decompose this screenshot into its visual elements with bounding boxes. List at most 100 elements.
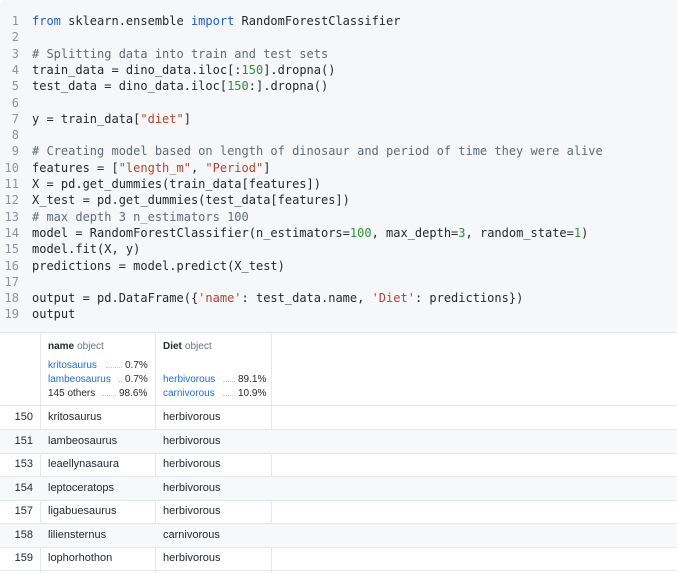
code-cell[interactable]: 1 from sklearn.ensemble import RandomFore… <box>0 0 677 333</box>
code-line: 18 output = pd.DataFrame({'name': test_da… <box>0 290 677 306</box>
dotted-leader <box>223 395 235 396</box>
code-token: ] <box>183 111 191 126</box>
code-token: 100 <box>349 225 372 240</box>
value-count-stat: 145 others 98.6% <box>48 387 148 401</box>
stat-label: herbivorous <box>163 374 216 385</box>
code-token: :].dropna() <box>248 79 329 94</box>
code-token: model = RandomForestClassifier(n_estimat… <box>32 225 350 240</box>
value-count-stat[interactable]: carnivorous 10.9% <box>163 387 267 401</box>
cell-name: lambeosaurus <box>48 434 118 447</box>
column-header-diet[interactable]: Diet object <box>163 341 212 352</box>
line-number: 8 <box>11 128 19 143</box>
value-count-stat[interactable]: herbivorous 89.1% <box>163 373 267 387</box>
code-token: 'name' <box>198 291 242 306</box>
code-line: 5 test_data = dino_data.iloc[150:].dropna… <box>0 78 677 94</box>
code-text: train_data = dino_data.iloc[:150].dropna… <box>32 62 335 78</box>
dotted-leader <box>118 381 122 382</box>
code-text: output = pd.DataFrame({'name': test_data… <box>32 290 523 306</box>
code-token: sklearn.ensemble <box>60 14 191 28</box>
code-text: model.fit(X, y) <box>32 241 140 257</box>
value-count-stat[interactable]: lambeosaurus 0.7% <box>48 373 148 387</box>
code-text: # max depth 3 n_estimators 100 <box>32 209 249 225</box>
line-number: 5 <box>11 79 19 94</box>
stat-percent: 98.6% <box>119 388 148 399</box>
cell-name: liliensternus <box>48 528 107 541</box>
code-line: 7 y = train_data["diet"] <box>0 111 677 127</box>
stat-percent: 0.7% <box>125 360 148 371</box>
dotted-leader <box>223 381 235 382</box>
code-text: # Splitting data into train and test set… <box>32 46 328 62</box>
line-number: 9 <box>11 144 19 159</box>
cell-name: ligabuesaurus <box>48 505 117 517</box>
value-count-stat[interactable]: kritosaurus 0.7% <box>48 359 148 373</box>
line-number: 1 <box>11 14 19 28</box>
row-index: 153 <box>14 458 33 470</box>
code-token: output <box>32 307 76 322</box>
line-number: 13 <box>4 209 19 224</box>
row-index: 154 <box>14 481 33 494</box>
column-header-name[interactable]: name object <box>48 341 104 352</box>
output-table: name object Diet object kritosaurus 0.7% l… <box>0 333 677 573</box>
line-number: 7 <box>11 111 19 126</box>
cell-diet: herbivorous <box>163 434 221 447</box>
code-token: , <box>190 160 206 175</box>
code-token: output = pd.DataFrame({ <box>32 291 199 306</box>
code-token: test_data = dino_data.iloc[ <box>32 79 228 94</box>
line-number: 18 <box>4 291 19 306</box>
code-token: X = pd.get_dummies(train_data[features]) <box>32 177 321 191</box>
cell-name: kritosaurus <box>48 411 102 423</box>
table-row[interactable]: 153 leaellynasaura herbivorous <box>0 453 677 476</box>
cell-diet: herbivorous <box>163 505 221 517</box>
code-line: 10 features = ["length_m", "Period"] <box>0 160 677 176</box>
line-number: 15 <box>4 242 19 257</box>
column-dtype: object <box>77 341 104 352</box>
code-line: 12 X_test = pd.get_dummies(test_data[feat… <box>0 192 677 208</box>
code-line: 17 <box>0 274 677 290</box>
line-number: 19 <box>4 307 19 322</box>
line-number: 16 <box>4 258 19 273</box>
code-token: 3 <box>458 225 466 240</box>
row-index: 157 <box>14 505 33 517</box>
code-line: 13 # max depth 3 n_estimators 100 <box>0 209 677 225</box>
code-token: ].dropna() <box>263 62 336 77</box>
row-index: 151 <box>14 434 33 447</box>
code-token: X_test = pd.get_dummies(test_data[featur… <box>32 193 350 208</box>
code-token: : test_data.name, <box>241 291 372 306</box>
table-row[interactable]: 151 lambeosaurus herbivorous <box>0 429 677 453</box>
row-index: 159 <box>14 552 33 564</box>
table-row[interactable]: 157 ligabuesaurus herbivorous <box>0 500 677 523</box>
code-token: # Creating model based on length of dino… <box>32 144 603 159</box>
table-row[interactable]: 159 lophorhothon herbivorous <box>0 547 677 570</box>
stat-percent: 89.1% <box>238 374 267 385</box>
cell-name: leptoceratops <box>48 481 115 494</box>
code-token: features = [ <box>32 160 119 175</box>
line-number: 11 <box>4 177 19 191</box>
row-divider <box>0 570 677 571</box>
line-number: 12 <box>4 193 19 208</box>
code-line: 3 # Splitting data into train and test se… <box>0 46 677 62</box>
table-row[interactable]: 158 liliensternus carnivorous <box>0 523 677 547</box>
line-number: 14 <box>4 225 19 240</box>
code-text: features = ["length_m", "Period"] <box>32 160 270 176</box>
stat-percent: 10.9% <box>238 388 267 399</box>
cell-diet: herbivorous <box>163 552 221 564</box>
line-number: 3 <box>11 46 19 61</box>
code-text: model = RandomForestClassifier(n_estimat… <box>32 225 588 241</box>
code-token: "diet" <box>140 111 184 126</box>
line-number: 2 <box>11 30 19 45</box>
code-token: predictions = model.predict(X_test) <box>32 258 285 273</box>
code-token: train_data = dino_data.iloc[: <box>32 62 242 77</box>
cell-diet: carnivorous <box>163 528 220 541</box>
code-token: 'Diet' <box>371 291 415 306</box>
code-token: "length_m" <box>118 160 191 175</box>
code-token: from <box>32 14 61 28</box>
column-name: Diet <box>163 341 182 352</box>
code-token: import <box>190 14 235 28</box>
table-row[interactable]: 150 kritosaurus herbivorous <box>0 406 677 429</box>
table-row[interactable]: 154 leptoceratops herbivorous <box>0 476 677 500</box>
code-token: model.fit(X, y) <box>32 242 141 257</box>
code-line: 19 output <box>0 306 677 322</box>
code-text: predictions = model.predict(X_test) <box>32 258 285 274</box>
code-text: # Creating model based on length of dino… <box>32 143 603 159</box>
code-line: 6 <box>0 95 677 111</box>
